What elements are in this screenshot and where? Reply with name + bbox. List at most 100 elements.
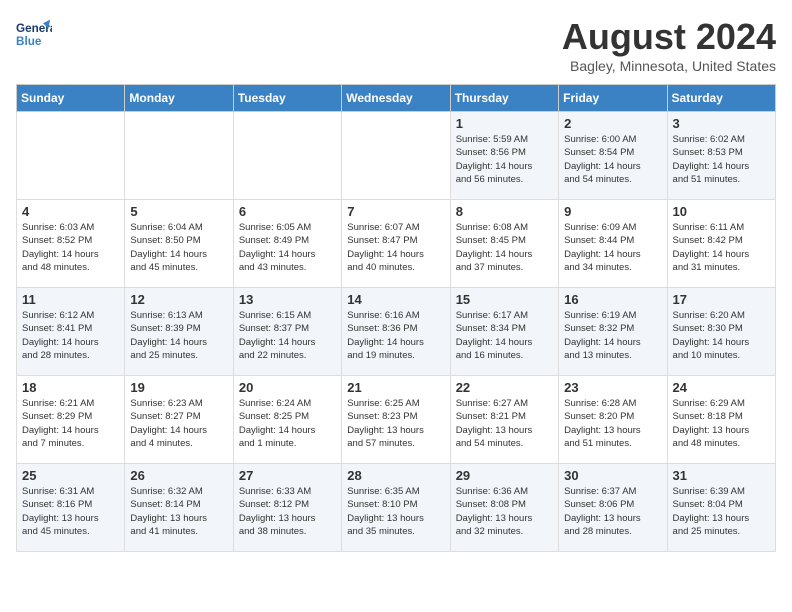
calendar-cell: 12Sunrise: 6:13 AM Sunset: 8:39 PM Dayli… <box>125 288 233 376</box>
calendar-cell: 22 Sunrise: 6:27 AM Sunset: 8:21 PM Dayli… <box>450 376 558 464</box>
day-info: Sunrise: 6:29 AM Sunset: 8:18 PM Dayligh… <box>673 397 770 450</box>
day-number: 25 <box>22 468 119 483</box>
day-info: Sunrise: 6:00 AM Sunset: 8:54 PM Dayligh… <box>564 133 661 186</box>
day-number: 2 <box>564 116 661 131</box>
calendar-cell: 6 Sunrise: 6:05 AM Sunset: 8:49 PM Daylig… <box>233 200 341 288</box>
day-header-sunday: Sunday <box>17 85 125 112</box>
location: Bagley, Minnesota, United States <box>562 58 776 74</box>
day-info: Sunrise: 6:33 AM Sunset: 8:12 PM Dayligh… <box>239 485 336 538</box>
day-info: Sunrise: 6:04 AM Sunset: 8:50 PM Dayligh… <box>130 221 227 274</box>
day-info: Sunrise: 6:35 AM Sunset: 8:10 PM Dayligh… <box>347 485 444 538</box>
month-title: August 2024 <box>562 16 776 58</box>
day-number: 28 <box>347 468 444 483</box>
day-info: Sunrise: 6:11 AM Sunset: 8:42 PM Dayligh… <box>673 221 770 274</box>
header-row: SundayMondayTuesdayWednesdayThursdayFrid… <box>17 85 776 112</box>
day-info: Sunrise: 6:03 AM Sunset: 8:52 PM Dayligh… <box>22 221 119 274</box>
calendar-cell: 8Sunrise: 6:08 AM Sunset: 8:45 PM Daylig… <box>450 200 558 288</box>
day-info: Sunrise: 6:17 AM Sunset: 8:34 PM Dayligh… <box>456 309 553 362</box>
week-row-3: 11 Sunrise: 6:12 AM Sunset: 8:41 PM Dayli… <box>17 288 776 376</box>
title-block: August 2024 Bagley, Minnesota, United St… <box>562 16 776 74</box>
calendar-cell: 11 Sunrise: 6:12 AM Sunset: 8:41 PM Dayli… <box>17 288 125 376</box>
calendar-cell <box>125 112 233 200</box>
day-info: Sunrise: 6:05 AM Sunset: 8:49 PM Dayligh… <box>239 221 336 274</box>
day-number: 22 <box>456 380 553 395</box>
day-info: Sunrise: 6:25 AM Sunset: 8:23 PM Dayligh… <box>347 397 444 450</box>
calendar-cell: 30Sunrise: 6:37 AM Sunset: 8:06 PM Dayli… <box>559 464 667 552</box>
day-number: 7 <box>347 204 444 219</box>
day-header-monday: Monday <box>125 85 233 112</box>
day-number: 21 <box>347 380 444 395</box>
day-header-friday: Friday <box>559 85 667 112</box>
day-info: Sunrise: 6:37 AM Sunset: 8:06 PM Dayligh… <box>564 485 661 538</box>
day-number: 9 <box>564 204 661 219</box>
day-info: Sunrise: 5:59 AM Sunset: 8:56 PM Dayligh… <box>456 133 553 186</box>
day-number: 23 <box>564 380 661 395</box>
day-number: 6 <box>239 204 336 219</box>
calendar-cell <box>233 112 341 200</box>
calendar-cell: 18 Sunrise: 6:21 AM Sunset: 8:29 PM Dayli… <box>17 376 125 464</box>
week-row-4: 18 Sunrise: 6:21 AM Sunset: 8:29 PM Dayli… <box>17 376 776 464</box>
day-info: Sunrise: 6:24 AM Sunset: 8:25 PM Dayligh… <box>239 397 336 450</box>
calendar-cell: 19 Sunrise: 6:23 AM Sunset: 8:27 PM Dayli… <box>125 376 233 464</box>
calendar-cell: 1 Sunrise: 5:59 AM Sunset: 8:56 PM Daylig… <box>450 112 558 200</box>
day-number: 11 <box>22 292 119 307</box>
day-info: Sunrise: 6:27 AM Sunset: 8:21 PM Dayligh… <box>456 397 553 450</box>
day-number: 19 <box>130 380 227 395</box>
page-header: General Blue August 2024 Bagley, Minneso… <box>16 16 776 74</box>
day-info: Sunrise: 6:13 AM Sunset: 8:39 PM Dayligh… <box>130 309 227 362</box>
day-number: 15 <box>456 292 553 307</box>
day-number: 16 <box>564 292 661 307</box>
day-number: 4 <box>22 204 119 219</box>
day-number: 8 <box>456 204 553 219</box>
day-info: Sunrise: 6:09 AM Sunset: 8:44 PM Dayligh… <box>564 221 661 274</box>
day-info: Sunrise: 6:32 AM Sunset: 8:14 PM Dayligh… <box>130 485 227 538</box>
calendar-cell: 29 Sunrise: 6:36 AM Sunset: 8:08 PM Dayli… <box>450 464 558 552</box>
calendar-cell: 28 Sunrise: 6:35 AM Sunset: 8:10 PM Dayli… <box>342 464 450 552</box>
calendar-cell: 9 Sunrise: 6:09 AM Sunset: 8:44 PM Daylig… <box>559 200 667 288</box>
day-info: Sunrise: 6:21 AM Sunset: 8:29 PM Dayligh… <box>22 397 119 450</box>
calendar-cell: 26 Sunrise: 6:32 AM Sunset: 8:14 PM Dayli… <box>125 464 233 552</box>
calendar-cell: 24 Sunrise: 6:29 AM Sunset: 8:18 PM Dayli… <box>667 376 775 464</box>
calendar-cell: 17Sunrise: 6:20 AM Sunset: 8:30 PM Dayli… <box>667 288 775 376</box>
day-number: 24 <box>673 380 770 395</box>
week-row-5: 25 Sunrise: 6:31 AM Sunset: 8:16 PM Dayli… <box>17 464 776 552</box>
day-info: Sunrise: 6:28 AM Sunset: 8:20 PM Dayligh… <box>564 397 661 450</box>
calendar-cell: 31 Sunrise: 6:39 AM Sunset: 8:04 PM Dayli… <box>667 464 775 552</box>
svg-text:Blue: Blue <box>16 35 42 48</box>
calendar-cell <box>342 112 450 200</box>
day-info: Sunrise: 6:23 AM Sunset: 8:27 PM Dayligh… <box>130 397 227 450</box>
calendar-cell <box>17 112 125 200</box>
week-row-2: 4 Sunrise: 6:03 AM Sunset: 8:52 PM Daylig… <box>17 200 776 288</box>
day-number: 1 <box>456 116 553 131</box>
day-info: Sunrise: 6:36 AM Sunset: 8:08 PM Dayligh… <box>456 485 553 538</box>
calendar-cell: 13Sunrise: 6:15 AM Sunset: 8:37 PM Dayli… <box>233 288 341 376</box>
day-info: Sunrise: 6:16 AM Sunset: 8:36 PM Dayligh… <box>347 309 444 362</box>
day-info: Sunrise: 6:19 AM Sunset: 8:32 PM Dayligh… <box>564 309 661 362</box>
calendar-cell: 27Sunrise: 6:33 AM Sunset: 8:12 PM Dayli… <box>233 464 341 552</box>
day-number: 5 <box>130 204 227 219</box>
day-info: Sunrise: 6:39 AM Sunset: 8:04 PM Dayligh… <box>673 485 770 538</box>
calendar-cell: 2 Sunrise: 6:00 AM Sunset: 8:54 PM Daylig… <box>559 112 667 200</box>
day-info: Sunrise: 6:12 AM Sunset: 8:41 PM Dayligh… <box>22 309 119 362</box>
day-number: 26 <box>130 468 227 483</box>
week-row-1: 1 Sunrise: 5:59 AM Sunset: 8:56 PM Daylig… <box>17 112 776 200</box>
calendar-cell: 20 Sunrise: 6:24 AM Sunset: 8:25 PM Dayli… <box>233 376 341 464</box>
day-info: Sunrise: 6:15 AM Sunset: 8:37 PM Dayligh… <box>239 309 336 362</box>
day-header-wednesday: Wednesday <box>342 85 450 112</box>
day-number: 31 <box>673 468 770 483</box>
day-info: Sunrise: 6:31 AM Sunset: 8:16 PM Dayligh… <box>22 485 119 538</box>
day-number: 29 <box>456 468 553 483</box>
calendar-cell: 21 Sunrise: 6:25 AM Sunset: 8:23 PM Dayli… <box>342 376 450 464</box>
day-info: Sunrise: 6:20 AM Sunset: 8:30 PM Dayligh… <box>673 309 770 362</box>
day-number: 18 <box>22 380 119 395</box>
day-number: 20 <box>239 380 336 395</box>
logo-icon: General Blue <box>16 16 52 52</box>
calendar-cell: 16 Sunrise: 6:19 AM Sunset: 8:32 PM Dayli… <box>559 288 667 376</box>
day-info: Sunrise: 6:02 AM Sunset: 8:53 PM Dayligh… <box>673 133 770 186</box>
day-info: Sunrise: 6:07 AM Sunset: 8:47 PM Dayligh… <box>347 221 444 274</box>
day-number: 10 <box>673 204 770 219</box>
day-header-tuesday: Tuesday <box>233 85 341 112</box>
calendar-table: SundayMondayTuesdayWednesdayThursdayFrid… <box>16 84 776 552</box>
logo: General Blue <box>16 16 52 52</box>
calendar-cell: 3Sunrise: 6:02 AM Sunset: 8:53 PM Daylig… <box>667 112 775 200</box>
